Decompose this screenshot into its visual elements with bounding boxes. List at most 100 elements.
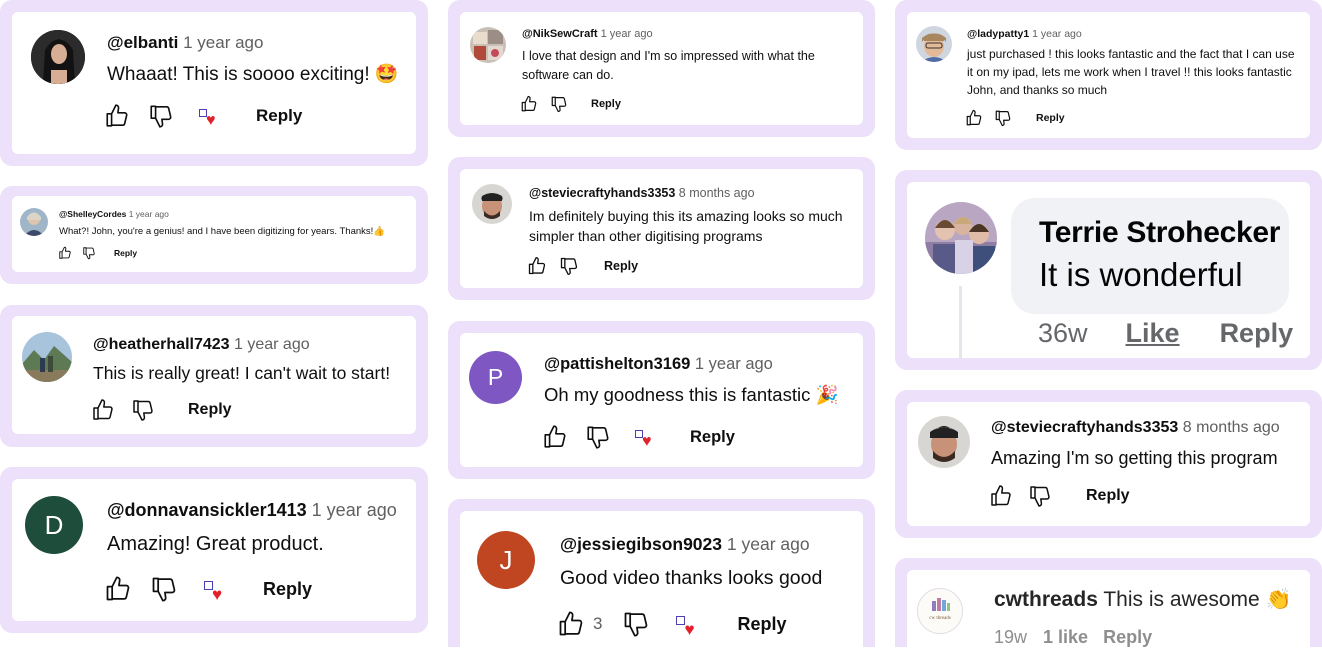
comment-actions: 3 ♥ Reply	[557, 610, 787, 638]
thumbs-up-icon[interactable]	[58, 246, 72, 260]
comment-text: Good video thanks looks good	[560, 567, 823, 589]
comment-bubble: Terrie Strohecker It is wonderful	[1011, 198, 1289, 314]
avatar[interactable]	[918, 416, 970, 468]
comment-header: @ShelleyCordes 1 year ago	[59, 209, 169, 220]
thread-line	[959, 286, 962, 358]
reply-button[interactable]: Reply	[604, 259, 638, 273]
comment-actions: Reply	[520, 95, 621, 113]
reply-button[interactable]: Reply	[1220, 318, 1294, 349]
comment-time[interactable]: 1 year ago	[695, 355, 773, 373]
thumbs-up-icon[interactable]	[91, 398, 115, 422]
avatar[interactable]: P	[469, 351, 522, 404]
comment-author[interactable]: @elbanti	[107, 33, 178, 52]
comment-author[interactable]: @pattishelton3169	[544, 355, 690, 373]
thumbs-down-icon[interactable]	[622, 610, 650, 638]
avatar[interactable]: D	[25, 496, 83, 554]
thumbs-down-icon[interactable]	[131, 398, 155, 422]
comment-time[interactable]: 19w	[994, 627, 1027, 648]
comment-time[interactable]: 1 year ago	[183, 33, 263, 52]
reply-button[interactable]: Reply	[1103, 627, 1152, 648]
thumbs-down-icon[interactable]	[1028, 484, 1052, 508]
comment-author[interactable]: @NikSewCraft	[522, 28, 598, 40]
comment-time[interactable]: 8 months ago	[679, 186, 755, 200]
comment-author[interactable]: @steviecraftyhands3353	[991, 419, 1178, 436]
thumbs-up-icon[interactable]	[527, 256, 547, 276]
thumbs-down-icon[interactable]	[150, 575, 178, 603]
comment-actions: Reply	[58, 246, 137, 260]
avatar[interactable]	[925, 202, 997, 274]
comment-text: Amazing I'm so getting this program	[991, 448, 1278, 468]
comment-author[interactable]: Terrie Strohecker	[1039, 216, 1280, 250]
comment-time[interactable]: 36w	[1038, 318, 1088, 349]
comment-time[interactable]: 1 year ago	[601, 28, 653, 40]
like-count: 3	[593, 614, 603, 633]
comment-author[interactable]: @ladypatty1	[967, 28, 1029, 40]
thumbs-down-icon[interactable]	[82, 246, 96, 260]
comment-author[interactable]: @steviecraftyhands3353	[529, 186, 675, 200]
comment-author[interactable]: @heatherhall7423	[93, 336, 230, 353]
comment-author[interactable]: @ShelleyCordes	[59, 209, 126, 219]
thumbs-up-icon[interactable]	[965, 109, 983, 127]
thumbs-down-icon[interactable]	[148, 103, 174, 129]
avatar[interactable]	[470, 27, 506, 63]
comment-author[interactable]: cwthreads	[994, 588, 1098, 611]
comment-time[interactable]: 1 year ago	[234, 336, 310, 353]
comment-time[interactable]: 1 year ago	[1032, 28, 1082, 40]
comment-meta: 19w 1 like Reply	[994, 627, 1152, 648]
comment-time[interactable]: 8 months ago	[1183, 419, 1280, 436]
thumbs-down-icon[interactable]	[994, 109, 1012, 127]
comment-card: @NikSewCraft 1 year ago I love that desi…	[460, 12, 863, 125]
avatar-caption: cw threads	[929, 616, 951, 621]
like-count[interactable]: 1 like	[1043, 627, 1088, 648]
comment-text: I love that design and I'm so impressed …	[522, 49, 815, 82]
reply-button[interactable]: Reply	[737, 614, 786, 635]
comment-time[interactable]: 1 year ago	[312, 500, 397, 520]
reply-button[interactable]: Reply	[114, 248, 137, 258]
thumbs-up-icon[interactable]	[542, 424, 568, 450]
thumbs-up-icon[interactable]	[989, 484, 1013, 508]
thumbs-up-icon[interactable]	[104, 103, 130, 129]
comment-text: Amazing! Great product.	[107, 533, 324, 555]
comment-header: @pattishelton3169 1 year ago	[544, 354, 773, 375]
comment-actions: Reply	[527, 256, 638, 276]
avatar[interactable]	[20, 208, 48, 236]
creator-heart-icon: ♥	[634, 424, 658, 450]
reply-button[interactable]: Reply	[188, 401, 232, 419]
comment-header: @elbanti 1 year ago	[107, 32, 263, 53]
comment-time[interactable]: 1 year ago	[727, 534, 810, 554]
comment-card: P @pattishelton3169 1 year ago Oh my goo…	[460, 333, 863, 467]
thumbs-down-icon[interactable]	[559, 256, 579, 276]
fb-comment-card: Terrie Strohecker It is wonderful 36w Li…	[907, 182, 1310, 358]
reply-button[interactable]: Reply	[591, 98, 621, 110]
creator-heart-icon: ♥	[675, 610, 701, 638]
thumbs-up-icon[interactable]	[104, 575, 132, 603]
reply-button[interactable]: Reply	[1036, 112, 1065, 124]
comment-card: @ladypatty1 1 year ago just purchased ! …	[907, 12, 1310, 138]
comment-card: J @jessiegibson9023 1 year ago Good vide…	[460, 511, 863, 647]
comment-text: This is really great! I can't wait to st…	[93, 363, 391, 383]
comment-actions: ♥ Reply	[542, 424, 735, 450]
thumbs-up-icon[interactable]	[520, 95, 538, 113]
comment-card: @heatherhall7423 1 year ago This is real…	[12, 316, 416, 434]
avatar[interactable]	[916, 26, 952, 62]
comment-time[interactable]: 1 year ago	[129, 209, 169, 219]
comment-card: @steviecraftyhands3353 8 months ago Amaz…	[907, 402, 1310, 526]
reply-button[interactable]: Reply	[263, 579, 312, 600]
reply-button[interactable]: Reply	[690, 428, 735, 447]
avatar[interactable]: J	[477, 531, 535, 589]
avatar[interactable]	[31, 30, 85, 84]
comment-author[interactable]: @jessiegibson9023	[560, 534, 722, 554]
reply-button[interactable]: Reply	[256, 106, 302, 126]
thumbs-down-icon[interactable]	[550, 95, 568, 113]
avatar[interactable]	[472, 184, 512, 224]
comment-author[interactable]: @donnavansickler1413	[107, 500, 307, 520]
comment-header: @ladypatty1 1 year ago	[967, 28, 1082, 41]
like-button[interactable]: Like	[1126, 318, 1180, 349]
avatar[interactable]: cw threads	[917, 588, 963, 634]
avatar[interactable]	[22, 332, 72, 382]
thumbs-up-icon[interactable]	[557, 610, 585, 638]
reply-button[interactable]: Reply	[1086, 487, 1130, 505]
comment-card: D @donnavansickler1413 1 year ago Amazin…	[12, 479, 416, 621]
thumbs-down-icon[interactable]	[585, 424, 611, 450]
comment-text: What?! John, you're a genius! and I have…	[59, 226, 386, 237]
